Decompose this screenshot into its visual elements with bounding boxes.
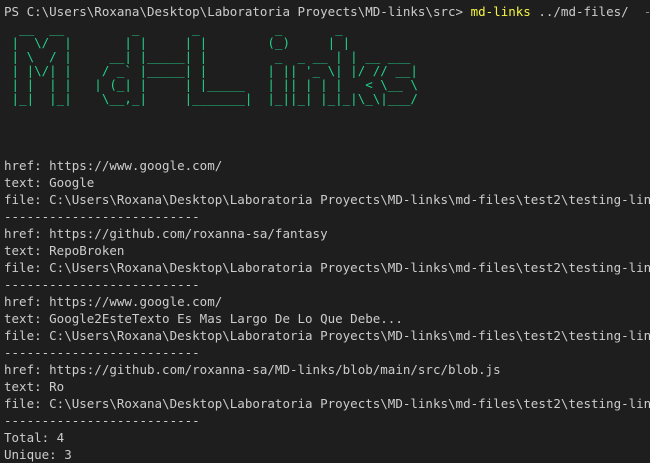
stats-unique: Unique: 3 bbox=[4, 447, 72, 462]
link-href: href: https://github.com/roxanna-sa/MD-l… bbox=[4, 362, 501, 377]
link-file: file: C:\Users\Roxana\Desktop\Laboratori… bbox=[4, 260, 650, 275]
separator: -------------------------- bbox=[4, 345, 200, 360]
link-href: href: https://www.google.com/ bbox=[4, 158, 223, 173]
link-file: file: C:\Users\Roxana\Desktop\Laboratori… bbox=[4, 192, 650, 207]
link-text: text: Google bbox=[4, 175, 95, 190]
terminal-window[interactable]: PS C:\Users\Roxana\Desktop\Laboratoria P… bbox=[0, 0, 650, 463]
link-file: file: C:\Users\Roxana\Desktop\Laboratori… bbox=[4, 396, 650, 411]
separator: -------------------------- bbox=[4, 413, 200, 428]
command-flag: --stats bbox=[629, 4, 650, 19]
link-file: file: C:\Users\Roxana\Desktop\Laboratori… bbox=[4, 328, 650, 343]
separator: -------------------------- bbox=[4, 209, 200, 224]
ascii-banner: __ __ _ _ _ _ | \/ | | | | | (_) | | | \… bbox=[11, 21, 418, 106]
command-name: md-links bbox=[470, 4, 531, 19]
separator: -------------------------- bbox=[4, 277, 200, 292]
link-text: text: RepoBroken bbox=[4, 243, 125, 258]
prompt-path: PS C:\Users\Roxana\Desktop\Laboratoria P… bbox=[4, 4, 471, 19]
link-text: text: Google2EsteTexto Es Mas Largo De L… bbox=[4, 311, 403, 326]
prompt-line: PS C:\Users\Roxana\Desktop\Laboratoria P… bbox=[4, 3, 650, 20]
command-argument: ../md-files/ bbox=[530, 4, 629, 19]
link-text: text: Ro bbox=[4, 379, 65, 394]
stats-total: Total: 4 bbox=[4, 430, 65, 445]
link-href: href: https://github.com/roxanna-sa/fant… bbox=[4, 226, 328, 241]
link-href: href: https://www.google.com/ bbox=[4, 294, 223, 309]
